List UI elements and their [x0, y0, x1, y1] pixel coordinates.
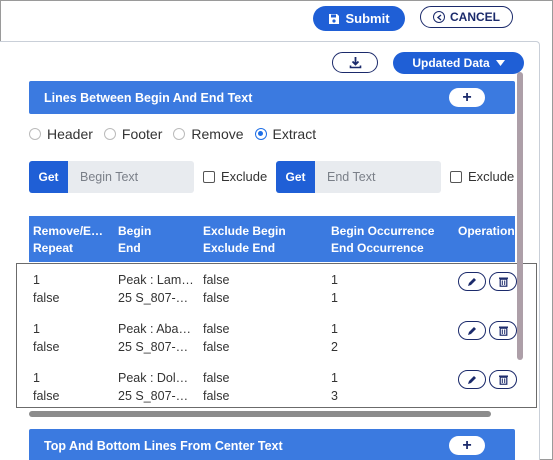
col-remove-header: Remove/E…: [33, 224, 104, 238]
chevron-down-icon: [495, 60, 505, 66]
submit-button[interactable]: Submit: [313, 6, 405, 31]
vertical-scrollbar[interactable]: [517, 72, 523, 360]
col-exclude-begin-header: Exclude Begin: [203, 224, 286, 238]
plus-icon: +: [462, 88, 472, 106]
radio-indicator: [29, 128, 41, 140]
begin-text-placeholder: Begin Text: [80, 170, 139, 184]
begin-text-input[interactable]: Begin Text: [68, 161, 194, 193]
arrow-left-icon: [433, 11, 445, 23]
add-rule-button[interactable]: +: [449, 436, 485, 455]
add-rule-button[interactable]: +: [449, 88, 485, 107]
col-begin-occ-header: Begin Occurrence: [331, 224, 435, 238]
download-button[interactable]: [332, 52, 378, 73]
plus-icon: +: [462, 436, 472, 454]
section-title: Lines Between Begin And End Text: [44, 90, 253, 105]
radio-remove[interactable]: Remove: [173, 126, 244, 142]
col-repeat-header: Repeat: [33, 241, 74, 255]
mode-radio-group: Header Footer Remove Extract: [29, 126, 327, 142]
download-icon: [349, 57, 361, 69]
radio-label: Footer: [121, 126, 163, 142]
rules-table-header: Remove/E… Repeat Begin End Exclude Begin…: [29, 216, 515, 262]
radio-label: Extract: [272, 126, 317, 142]
submit-label: Submit: [345, 11, 390, 26]
highlight-box: [16, 263, 537, 408]
radio-label: Header: [47, 126, 93, 142]
radio-indicator: [173, 128, 186, 140]
get-label: Get: [38, 170, 59, 184]
exclude-begin-checkbox[interactable]: Exclude: [203, 169, 267, 184]
col-end-header: End: [118, 241, 141, 255]
col-exclude-end-header: Exclude End: [203, 241, 276, 255]
col-begin-header: Begin: [118, 224, 152, 238]
updated-data-label: Updated Data: [412, 56, 490, 70]
get-end-button[interactable]: Get: [276, 161, 315, 193]
get-label: Get: [285, 170, 306, 184]
section-title: Top And Bottom Lines From Center Text: [44, 438, 283, 453]
cancel-label: CANCEL: [450, 10, 500, 24]
checkbox-box: [203, 170, 215, 183]
radio-indicator: [103, 128, 116, 140]
cancel-button[interactable]: CANCEL: [420, 6, 513, 28]
checkbox-box: [450, 170, 462, 183]
radio-footer[interactable]: Footer: [103, 126, 163, 142]
end-text-placeholder: End Text: [327, 170, 376, 184]
col-operation-header: Operation: [458, 224, 515, 238]
radio-label: Remove: [191, 126, 244, 142]
section-header-begin-end: Lines Between Begin And End Text +: [29, 81, 515, 114]
horizontal-scrollbar[interactable]: [29, 411, 491, 417]
exclude-label: Exclude: [468, 169, 515, 184]
updated-data-dropdown[interactable]: Updated Data: [393, 52, 524, 74]
section-header-top-bottom: Top And Bottom Lines From Center Text +: [29, 429, 515, 460]
radio-extract[interactable]: Extract: [254, 126, 317, 142]
exclude-end-checkbox[interactable]: Exclude: [450, 169, 514, 184]
col-end-occ-header: End Occurrence: [331, 241, 424, 255]
end-text-input[interactable]: End Text: [315, 161, 441, 193]
radio-indicator-checked: [254, 128, 267, 140]
save-icon: [329, 13, 340, 24]
radio-header[interactable]: Header: [29, 126, 93, 142]
get-begin-button[interactable]: Get: [29, 161, 68, 193]
exclude-label: Exclude: [221, 169, 268, 184]
